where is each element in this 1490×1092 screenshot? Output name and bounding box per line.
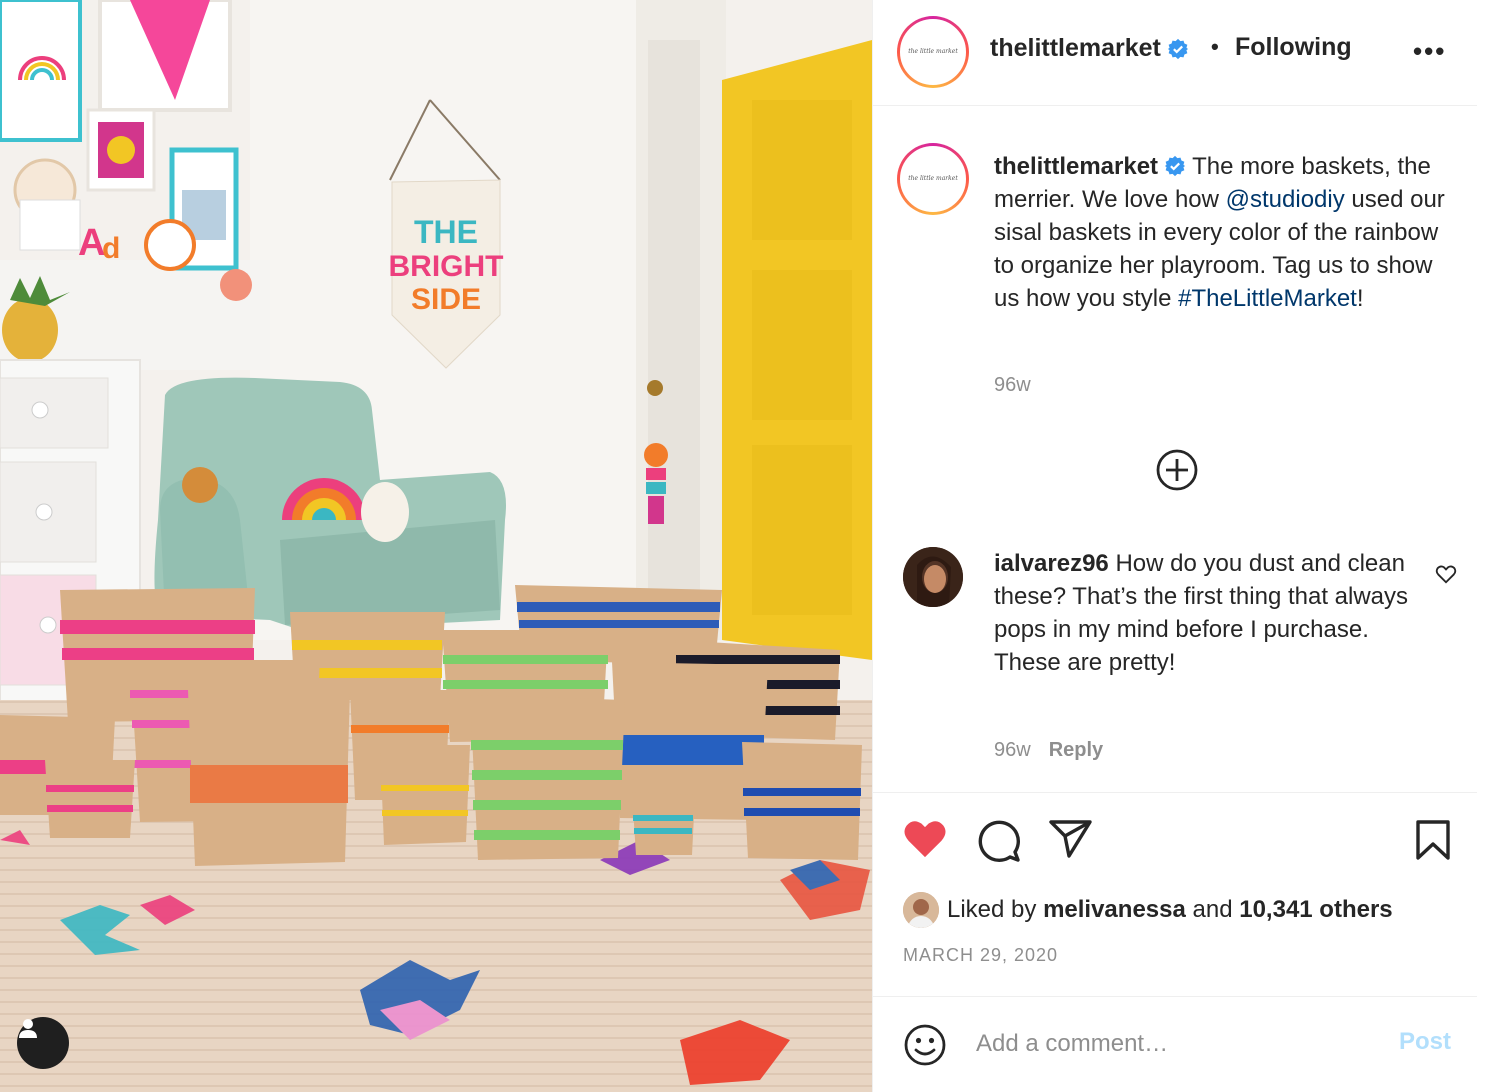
banner-line-2: BRIGHT <box>389 250 504 283</box>
commenter-photo <box>903 547 963 607</box>
header-username[interactable]: thelittlemarket <box>990 34 1161 62</box>
load-more-icon[interactable] <box>1155 448 1199 492</box>
tag-user-icon <box>19 1019 37 1038</box>
comment-meta: 96w Reply <box>994 739 1103 762</box>
caption-avatar[interactable]: the little market <box>897 143 969 215</box>
post-actions-section: Liked by melivanessa and 10,341 others M… <box>873 792 1477 997</box>
liker-avatar[interactable] <box>903 892 939 928</box>
bookmark-icon[interactable] <box>1415 819 1451 861</box>
add-comment-input[interactable] <box>976 1026 1376 1062</box>
following-button[interactable]: Following <box>1235 33 1352 62</box>
likes-count[interactable]: 10,341 others <box>1239 896 1392 924</box>
comment-composer: Post <box>873 998 1477 1092</box>
comment-body: ialvarez96 How do you dust and clean the… <box>994 547 1414 679</box>
caption-avatar-logo-text: the little market <box>908 175 958 182</box>
post-date[interactable]: MARCH 29, 2020 <box>903 945 1058 966</box>
caption-timestamp[interactable]: 96w <box>994 374 1031 397</box>
heart-icon[interactable] <box>903 819 947 859</box>
post-comment-button[interactable]: Post <box>1399 1028 1451 1056</box>
caption-mention-link[interactable]: @studiodiy <box>1226 186 1345 213</box>
post-photo[interactable]: A d THE BRIGHT SIDE <box>0 0 872 1092</box>
verified-icon <box>1164 155 1186 176</box>
comment-username[interactable]: ialvarez96 <box>994 550 1109 577</box>
comment-like-heart-icon[interactable] <box>1435 563 1457 585</box>
playroom-photo: A d THE BRIGHT SIDE <box>0 0 872 1092</box>
post-header: the little market thelittlemarket • Foll… <box>873 0 1477 106</box>
reply-button[interactable]: Reply <box>1049 739 1103 761</box>
header-username-row: thelittlemarket <box>990 34 1189 63</box>
caption-hashtag-link[interactable]: #TheLittleMarket <box>1178 285 1357 312</box>
liked-by-user[interactable]: melivanessa <box>1043 896 1186 924</box>
avatar-logo-text: the little market <box>908 48 958 55</box>
liker-photo <box>903 892 939 928</box>
more-options-icon[interactable]: ••• <box>1413 36 1446 67</box>
tag-user-button[interactable] <box>17 1017 69 1069</box>
banner-line-3: SIDE <box>411 283 481 316</box>
likes-summary: Liked by melivanessa and 10,341 others <box>903 892 1393 928</box>
caption-username[interactable]: thelittlemarket <box>994 153 1158 180</box>
caption-text-3: ! <box>1356 285 1364 312</box>
svg-text:d: d <box>102 232 120 265</box>
emoji-icon[interactable] <box>903 1023 947 1067</box>
post-side-panel: the little market thelittlemarket • Foll… <box>872 0 1490 1092</box>
commenter-avatar[interactable] <box>903 547 963 607</box>
comment-timestamp[interactable]: 96w <box>994 739 1031 761</box>
share-icon[interactable] <box>1049 819 1093 859</box>
author-avatar[interactable]: the little market <box>897 16 969 88</box>
verified-icon <box>1167 39 1188 60</box>
comment-icon[interactable] <box>977 819 1021 863</box>
post-caption: thelittlemarket The more baskets, the me… <box>994 150 1464 315</box>
liked-prefix: Liked by <box>947 896 1037 923</box>
banner-line-1: THE <box>414 214 478 250</box>
liked-mid: and <box>1192 896 1233 923</box>
header-separator: • <box>1211 34 1219 59</box>
